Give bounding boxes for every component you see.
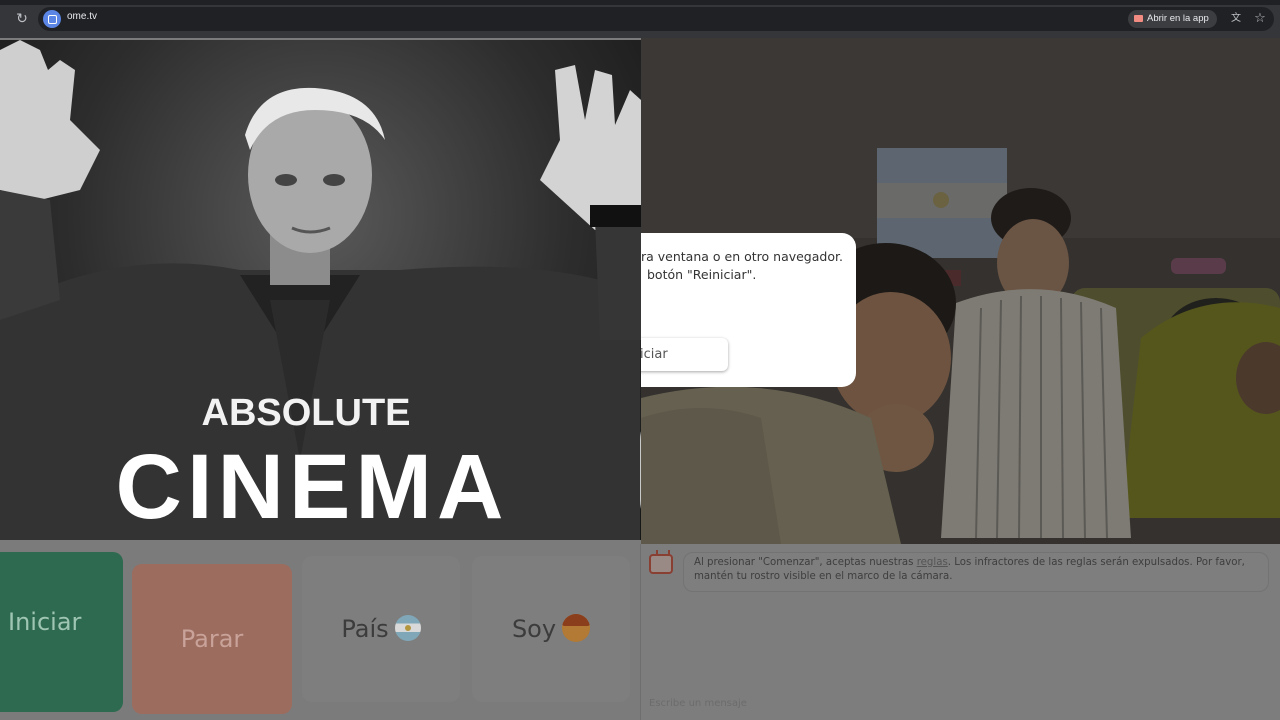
meme-caption-top: ABSOLUTE: [201, 392, 411, 434]
rules-link[interactable]: reglas: [917, 557, 948, 568]
meme-caption-bottom: CINEMA: [115, 436, 509, 538]
restart-button-label: iciar: [640, 347, 668, 362]
system-message-text: Al presionar "Comenzar", aceptas nuestra…: [694, 556, 1264, 584]
gender-label: Soy: [511, 615, 557, 643]
address-bar[interactable]: ome.tv Abrir en la app 文 ☆: [38, 7, 1274, 31]
argentina-flag-icon: [394, 615, 421, 641]
tab-strip-edge: [0, 0, 1280, 5]
chat-message-input[interactable]: [649, 694, 1269, 712]
app-icon: [1134, 15, 1143, 22]
country-selector[interactable]: País: [302, 556, 460, 702]
tv-icon: [649, 554, 673, 574]
system-message: Al presionar "Comenzar", aceptas nuestra…: [683, 552, 1269, 592]
translate-icon[interactable]: 文: [1228, 11, 1244, 27]
open-in-app-label: Abrir en la app: [1147, 13, 1209, 24]
start-button-label: Iniciar: [8, 608, 82, 636]
country-label: País: [341, 615, 389, 643]
url-text[interactable]: ome.tv: [67, 11, 97, 22]
reload-icon[interactable]: ↻: [12, 9, 32, 29]
browser-toolbar: ↻ ome.tv Abrir en la app 文 ☆: [0, 0, 1280, 38]
gender-selector[interactable]: Soy: [472, 556, 630, 702]
stop-button[interactable]: Parar: [132, 564, 292, 714]
notice-prefix: Al presionar "Comenzar", aceptas nuestra…: [694, 557, 917, 568]
open-in-app-button[interactable]: Abrir en la app: [1128, 10, 1217, 28]
stop-button-label: Parar: [180, 625, 244, 653]
site-info-icon[interactable]: [43, 10, 61, 28]
own-video: ABSOLUTE CINEMA: [0, 40, 641, 540]
star-icon[interactable]: ☆: [1252, 10, 1268, 28]
chat-panel: Al presionar "Comenzar", aceptas nuestra…: [641, 544, 1280, 720]
page-content: ra ventana o en otro navegador. botón "R…: [0, 38, 1280, 720]
boy-icon: [562, 614, 591, 642]
control-panel: Iniciar Parar País Soy: [0, 544, 640, 720]
start-button[interactable]: Iniciar: [0, 552, 123, 712]
